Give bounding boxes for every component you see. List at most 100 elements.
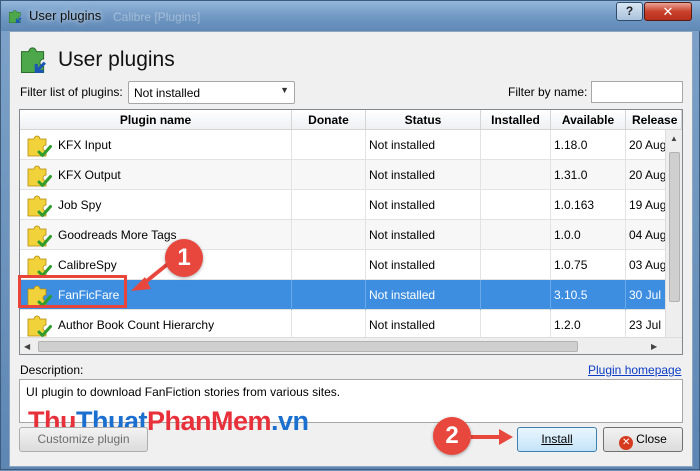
table-cell-available: 1.0.0	[551, 220, 626, 250]
plugin-icon	[26, 192, 52, 218]
scroll-left-icon[interactable]: ◀	[24, 342, 30, 351]
cell-text: Goodreads More Tags	[58, 228, 177, 242]
table-cell-donate	[292, 220, 366, 250]
plugin-homepage-link[interactable]: Plugin homepage	[588, 363, 681, 377]
cell-text: Not installed	[369, 288, 436, 302]
table-cell-installed	[481, 190, 551, 220]
table-row[interactable]: Job Spy Not installed 1.0.163 19 Aug 2	[20, 190, 682, 220]
horizontal-scroll-thumb[interactable]	[38, 341, 578, 352]
filter-list-selected: Not installed	[134, 86, 201, 100]
cell-text: 1.18.0	[554, 138, 588, 152]
table-cell-status: Not installed	[366, 310, 481, 340]
table-cell-available: 1.31.0	[551, 160, 626, 190]
scroll-up-icon[interactable]: ▲	[670, 134, 678, 143]
table-cell-status: Not installed	[366, 130, 481, 160]
column-header-donate[interactable]: Donate	[292, 110, 366, 130]
column-header-available[interactable]: Available	[551, 110, 626, 130]
filter-list-dropdown[interactable]: Not installed ▼	[128, 81, 295, 104]
horizontal-scrollbar[interactable]: ◀ ▶	[20, 337, 682, 354]
table-cell-available: 3.10.5	[551, 280, 626, 310]
puzzle-icon	[8, 8, 24, 24]
plugin-icon	[26, 312, 52, 338]
plugins-dialog: User plugins Calibre [Plugins] ? ✕ User …	[0, 0, 700, 470]
column-header-status[interactable]: Status	[366, 110, 481, 130]
table-header: Plugin name Donate Status Installed Avai…	[20, 110, 682, 130]
cell-text: KFX Input	[58, 138, 112, 152]
vertical-scrollbar[interactable]: ▲	[665, 130, 682, 337]
cell-text: Not installed	[369, 198, 436, 212]
cell-text: 1.0.75	[554, 258, 588, 272]
table-cell-installed	[481, 280, 551, 310]
table-row[interactable]: KFX Input Not installed 1.18.0 20 Aug 2	[20, 130, 682, 160]
cell-text: KFX Output	[58, 168, 121, 182]
table-cell-name: Job Spy	[20, 190, 292, 220]
filter-name-label: Filter by name:	[508, 85, 588, 99]
cell-text: Not installed	[369, 138, 436, 152]
table-cell-available: 1.0.163	[551, 190, 626, 220]
column-header-installed[interactable]: Installed	[481, 110, 551, 130]
table-cell-installed	[481, 310, 551, 340]
table-cell-donate	[292, 250, 366, 280]
plugin-icon	[26, 162, 52, 188]
title-bar: User plugins Calibre [Plugins] ? ✕	[1, 1, 700, 31]
cell-text: 3.10.5	[554, 288, 588, 302]
table-cell-name: Author Book Count Hierarchy	[20, 310, 292, 340]
plugin-icon	[26, 132, 52, 158]
cell-text: Not installed	[369, 258, 436, 272]
table-row[interactable]: Author Book Count Hierarchy Not installed…	[20, 310, 682, 340]
cell-text: 1.0.0	[554, 228, 581, 242]
table-cell-status: Not installed	[366, 280, 481, 310]
cell-text: Not installed	[369, 318, 436, 332]
column-header-plugin-name[interactable]: Plugin name	[20, 110, 292, 130]
cell-text: Author Book Count Hierarchy	[58, 318, 215, 332]
filter-list-label: Filter list of plugins:	[20, 85, 123, 99]
plugin-icon	[26, 222, 52, 248]
table-cell-name: Goodreads More Tags	[20, 220, 292, 250]
cell-text: CalibreSpy	[58, 258, 117, 272]
window-title: User plugins	[29, 8, 102, 23]
table-row[interactable]: Goodreads More Tags Not installed 1.0.0 04 …	[20, 220, 682, 250]
cell-text: 1.31.0	[554, 168, 588, 182]
table-cell-available: 1.18.0	[551, 130, 626, 160]
table-cell-name: KFX Input	[20, 130, 292, 160]
cell-text: Not installed	[369, 228, 436, 242]
step-1-badge: 1	[165, 239, 203, 277]
table-cell-available: 1.0.75	[551, 250, 626, 280]
close-button-label: Close	[636, 432, 667, 446]
close-button[interactable]: ✕ Close	[603, 427, 683, 452]
filter-name-input[interactable]	[591, 81, 683, 103]
table-cell-status: Not installed	[366, 220, 481, 250]
chevron-down-icon: ▼	[280, 85, 289, 95]
table-cell-status: Not installed	[366, 160, 481, 190]
cell-text: Job Spy	[58, 198, 102, 212]
customize-plugin-button[interactable]: Customize plugin	[19, 427, 148, 452]
table-cell-name: KFX Output	[20, 160, 292, 190]
table-cell-installed	[481, 130, 551, 160]
step-2-badge: 2	[433, 417, 471, 455]
table-cell-donate	[292, 280, 366, 310]
dialog-body: User plugins Filter list of plugins: Not…	[9, 31, 693, 467]
description-label: Description:	[20, 363, 84, 377]
install-button[interactable]: Install	[517, 427, 597, 452]
selection-highlight	[18, 275, 127, 308]
background-window-title: Calibre [Plugins]	[113, 10, 201, 24]
vertical-scroll-thumb[interactable]	[669, 152, 680, 302]
plugins-table: Plugin name Donate Status Installed Avai…	[19, 109, 683, 355]
window-close-button[interactable]: ✕	[644, 2, 692, 21]
help-button[interactable]: ?	[616, 2, 643, 21]
table-cell-donate	[292, 310, 366, 340]
table-cell-installed	[481, 220, 551, 250]
table-cell-donate	[292, 160, 366, 190]
table-row[interactable]: KFX Output Not installed 1.31.0 20 Aug 2	[20, 160, 682, 190]
cell-text: 1.2.0	[554, 318, 581, 332]
table-cell-donate	[292, 130, 366, 160]
table-cell-status: Not installed	[366, 250, 481, 280]
table-cell-available: 1.2.0	[551, 310, 626, 340]
column-header-release[interactable]: Release	[626, 110, 682, 130]
scroll-right-icon[interactable]: ▶	[651, 342, 657, 351]
page-title: User plugins	[58, 48, 175, 71]
table-cell-status: Not installed	[366, 190, 481, 220]
table-cell-installed	[481, 160, 551, 190]
close-icon: ✕	[619, 436, 634, 450]
plugin-header-icon	[19, 42, 51, 76]
